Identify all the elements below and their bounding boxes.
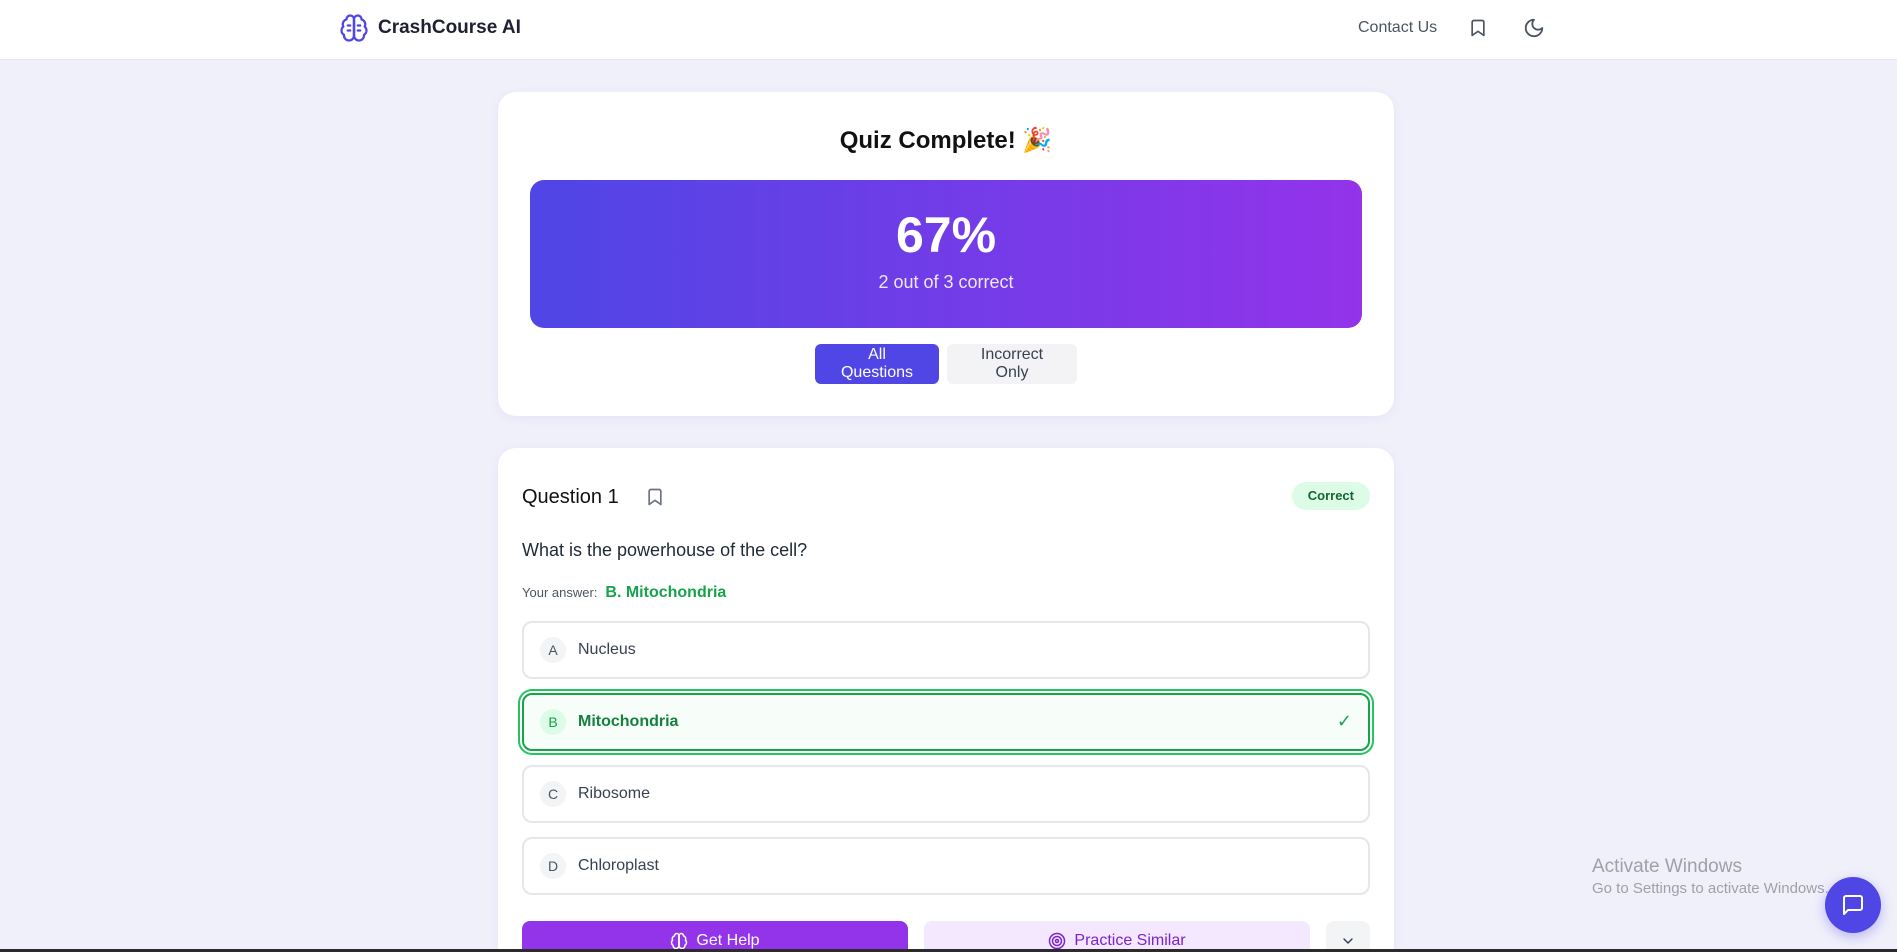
contact-us-link[interactable]: Contact Us <box>1358 19 1437 37</box>
status-badge: Correct <box>1291 482 1370 510</box>
quiz-complete-title: Quiz Complete! 🎉 <box>839 127 1053 154</box>
your-answer: Your answer: B. Mitochondria <box>522 584 726 602</box>
get-help-button[interactable]: Get Help <box>522 921 908 952</box>
your-answer-label: Your answer: <box>522 585 598 600</box>
option-letter: A <box>540 637 566 663</box>
chevron-down-icon <box>1340 933 1356 949</box>
chat-button[interactable] <box>1825 877 1881 933</box>
option-a[interactable]: A Nucleus <box>522 621 1370 679</box>
option-letter: C <box>540 781 566 807</box>
option-b[interactable]: B Mitochondria ✓ <box>522 693 1370 751</box>
brain-icon <box>670 932 688 950</box>
score-banner: 67% 2 out of 3 correct <box>530 180 1362 328</box>
brand-name: CrashCourse AI <box>378 17 521 38</box>
option-c[interactable]: C Ribosome <box>522 765 1370 823</box>
option-letter: D <box>540 853 566 879</box>
question-title: Question 1 <box>522 486 619 508</box>
bookmark-question-icon[interactable] <box>644 484 666 510</box>
top-navbar: CrashCourse AI Contact Us <box>0 0 1897 60</box>
brand[interactable]: CrashCourse AI <box>338 12 521 44</box>
question-text: What is the powerhouse of the cell? <box>522 540 808 560</box>
practice-similar-button[interactable]: Practice Similar <box>924 921 1310 952</box>
activate-windows-watermark: Activate Windows Go to Settings to activ… <box>1592 856 1829 897</box>
check-icon: ✓ <box>1336 711 1352 731</box>
score-summary: 2 out of 3 correct <box>878 272 1014 292</box>
filter-incorrect-only[interactable]: Incorrect Only <box>947 344 1077 384</box>
score-percent: 67% <box>895 207 997 263</box>
get-help-label: Get Help <box>696 932 760 949</box>
watermark-title: Activate Windows <box>1592 856 1742 877</box>
filter-all-questions[interactable]: All Questions <box>815 344 939 384</box>
moon-icon[interactable] <box>1521 15 1547 41</box>
your-answer-value: B. Mitochondria <box>605 584 727 601</box>
brain-icon <box>338 12 370 44</box>
chat-icon <box>1841 893 1865 917</box>
question-card: Question 1 Correct What is the powerhous… <box>498 448 1394 952</box>
score-card: Quiz Complete! 🎉 67% 2 out of 3 correct … <box>498 92 1394 416</box>
option-text: Ribosome <box>578 785 651 802</box>
option-d[interactable]: D Chloroplast <box>522 837 1370 895</box>
option-text: Chloroplast <box>578 857 659 874</box>
watermark-subtitle: Go to Settings to activate Windows. <box>1592 880 1829 897</box>
question-actions: Get Help Practice Similar <box>522 921 1370 952</box>
option-letter: B <box>540 709 566 735</box>
option-text: Mitochondria <box>578 713 679 730</box>
bookmark-icon[interactable] <box>1465 15 1491 41</box>
practice-similar-label: Practice Similar <box>1074 932 1186 949</box>
filter-tabs: All Questions Incorrect Only <box>498 344 1394 384</box>
expand-button[interactable] <box>1326 921 1370 952</box>
target-icon <box>1048 932 1066 950</box>
option-text: Nucleus <box>578 641 636 658</box>
